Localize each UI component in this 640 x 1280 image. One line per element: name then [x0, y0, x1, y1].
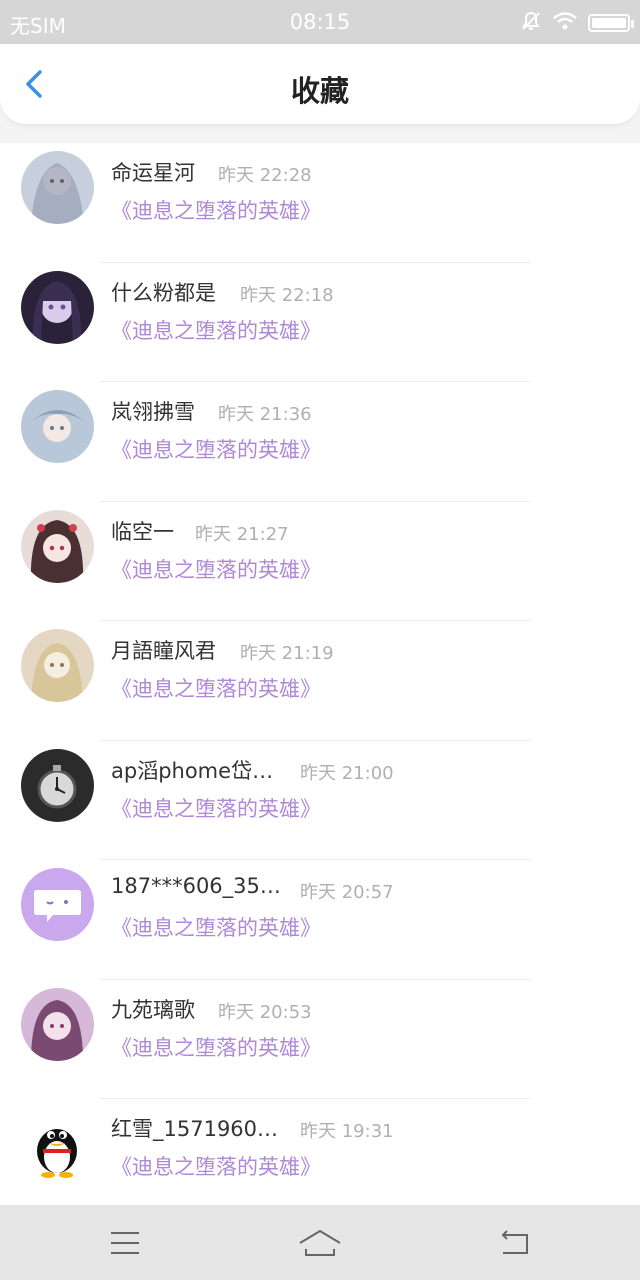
timestamp: 昨天 20:53: [218, 1001, 312, 1023]
list-item[interactable]: 什么粉都是 昨天 22:18 《迪息之堕落的英雄》: [0, 263, 640, 382]
list-item[interactable]: 九苑璃歌 昨天 20:53 《迪息之堕落的英雄》: [0, 980, 640, 1099]
list-item[interactable]: 月語瞳风君 昨天 21:19 《迪息之堕落的英雄》: [0, 621, 640, 741]
avatar[interactable]: [21, 868, 94, 941]
book-title[interactable]: 《迪息之堕落的英雄》: [111, 554, 321, 584]
wifi-icon: [552, 11, 578, 35]
timestamp: 昨天 22:18: [240, 284, 334, 306]
book-title[interactable]: 《迪息之堕落的英雄》: [111, 315, 321, 345]
user-name: 红雪_1571960…: [111, 1117, 279, 1141]
timestamp: 昨天 21:27: [195, 523, 289, 545]
timestamp: 昨天 20:57: [300, 882, 394, 903]
user-name: 临空一: [111, 519, 174, 544]
user-name: ap滔phome岱…: [111, 758, 274, 783]
avatar[interactable]: [21, 509, 94, 583]
menu-icon[interactable]: [105, 1223, 145, 1263]
avatar[interactable]: [21, 987, 94, 1061]
back-icon[interactable]: [497, 1223, 537, 1263]
header-bar: 收藏: [0, 44, 640, 124]
user-name: 九苑璃歌: [111, 997, 195, 1022]
book-title[interactable]: 《迪息之堕落的英雄》: [111, 195, 321, 225]
status-bar: 无SIM 08:15: [0, 0, 640, 44]
list-item[interactable]: 187***606_35… 昨天 20:57 《迪息之堕落的英雄》: [0, 860, 640, 980]
user-name: 什么粉都是: [111, 280, 216, 305]
avatar[interactable]: [21, 270, 94, 344]
favorites-list[interactable]: 命运星河 昨天 22:28 《迪息之堕落的英雄》 什么粉都是 昨天 22:18 …: [0, 143, 640, 1205]
timestamp: 昨天 22:28: [218, 165, 312, 186]
list-item[interactable]: 岚翎拂雪 昨天 21:36 《迪息之堕落的英雄》: [0, 382, 640, 502]
timestamp: 昨天 21:19: [240, 643, 334, 664]
book-title[interactable]: 《迪息之堕落的英雄》: [111, 434, 321, 464]
book-title[interactable]: 《迪息之堕落的英雄》: [111, 673, 321, 703]
status-icons: [520, 10, 634, 36]
book-title[interactable]: 《迪息之堕落的英雄》: [111, 1032, 321, 1062]
user-name: 岚翎拂雪: [111, 400, 195, 424]
timestamp: 昨天 19:31: [300, 1121, 394, 1142]
home-icon[interactable]: [298, 1223, 342, 1263]
book-title[interactable]: 《迪息之堕落的英雄》: [111, 1151, 321, 1181]
avatar[interactable]: [21, 151, 94, 224]
list-item[interactable]: 命运星河 昨天 22:28 《迪息之堕落的英雄》: [0, 143, 640, 263]
battery-icon: [588, 14, 634, 32]
timestamp: 昨天 21:00: [300, 762, 394, 784]
list-item[interactable]: 红雪_1571960… 昨天 19:31 《迪息之堕落的英雄》: [0, 1099, 640, 1205]
book-title[interactable]: 《迪息之堕落的英雄》: [111, 793, 321, 823]
timestamp: 昨天 21:36: [218, 404, 312, 425]
book-title[interactable]: 《迪息之堕落的英雄》: [111, 912, 321, 942]
navigation-bar: [0, 1205, 640, 1280]
mute-icon: [520, 10, 542, 36]
user-name: 月語瞳风君: [111, 639, 216, 663]
page-title: 收藏: [290, 74, 349, 108]
avatar[interactable]: [21, 390, 94, 463]
avatar[interactable]: [21, 1107, 94, 1180]
avatar[interactable]: [21, 748, 94, 822]
list-item[interactable]: ap滔phome岱… 昨天 21:00 《迪息之堕落的英雄》: [0, 741, 640, 860]
avatar[interactable]: [21, 629, 94, 702]
user-name: 命运星河: [111, 161, 195, 185]
user-name: 187***606_35…: [111, 874, 281, 898]
list-item[interactable]: 临空一 昨天 21:27 《迪息之堕落的英雄》: [0, 502, 640, 621]
